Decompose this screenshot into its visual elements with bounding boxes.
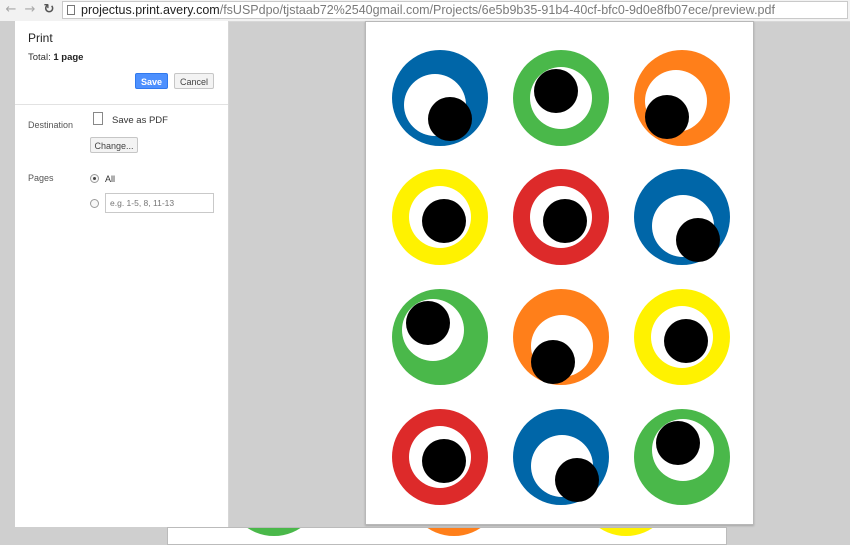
pages-range-radio[interactable] <box>90 199 99 208</box>
googly-eye-yellow-partial <box>578 528 674 536</box>
googly-eye-green <box>634 409 730 505</box>
save-button[interactable]: Save <box>135 73 168 89</box>
eye-pupil <box>645 95 689 139</box>
googly-eye-red <box>513 169 609 265</box>
url-host: projectus.print.avery.com <box>81 3 220 17</box>
url-path: /fsUSPdpo/tjstaab72%2540gmail.com/Projec… <box>219 3 775 17</box>
address-bar[interactable]: projectus.print.avery.com/fsUSPdpo/tjsta… <box>62 1 848 19</box>
divider <box>15 104 228 105</box>
googly-eye-green <box>513 50 609 146</box>
eye-pupil <box>428 97 472 141</box>
googly-eye-green-partial <box>226 528 322 536</box>
eye-pupil <box>406 301 450 345</box>
eye-pupil <box>676 218 720 262</box>
pages-range-input[interactable] <box>105 193 214 213</box>
window-left-edge <box>0 21 15 545</box>
googly-eye-blue <box>513 409 609 505</box>
print-settings-panel: Print Total: 1 page Save Cancel Destinat… <box>15 21 229 527</box>
googly-eye-yellow <box>392 169 488 265</box>
browser-toolbar: ← → ↻ projectus.print.avery.com/fsUSPdpo… <box>0 0 850 22</box>
pdf-document-icon <box>93 112 103 125</box>
eye-pupil <box>534 69 578 113</box>
pages-all-label: All <box>105 174 116 184</box>
arrow-right-icon: → <box>24 2 36 17</box>
googly-eye-orange-partial <box>406 528 502 536</box>
next-page-preview <box>167 527 727 545</box>
total-prefix: Total: <box>28 52 54 63</box>
change-destination-button[interactable]: Change... <box>90 137 138 153</box>
arrow-left-icon: ← <box>5 2 17 17</box>
cancel-button[interactable]: Cancel <box>174 73 214 89</box>
url-text[interactable]: projectus.print.avery.com/fsUSPdpo/tjsta… <box>81 2 775 18</box>
forward-button[interactable]: → <box>22 2 38 18</box>
page-icon <box>67 5 75 15</box>
pages-label: Pages <box>28 173 54 183</box>
googly-eye-red <box>392 409 488 505</box>
reload-icon: ↻ <box>43 2 55 17</box>
print-preview-page <box>365 21 754 525</box>
reload-button[interactable]: ↻ <box>41 2 57 18</box>
total-value: 1 page <box>53 52 84 63</box>
page-total: Total: 1 page <box>28 52 83 63</box>
eye-pupil <box>656 421 700 465</box>
eye-pupil <box>422 439 466 483</box>
googly-eye-blue <box>634 169 730 265</box>
destination-label: Destination <box>28 120 74 130</box>
googly-eye-blue <box>392 50 488 146</box>
destination-value: Save as PDF <box>112 115 168 126</box>
back-button[interactable]: ← <box>3 2 19 18</box>
eye-pupil <box>555 458 599 502</box>
eye-pupil <box>543 199 587 243</box>
eye-pupil <box>422 199 466 243</box>
googly-eye-yellow <box>634 289 730 385</box>
eye-pupil <box>664 319 708 363</box>
print-title: Print <box>28 31 53 45</box>
googly-eye-orange <box>634 50 730 146</box>
googly-eye-orange <box>513 289 609 385</box>
eye-pupil <box>531 340 575 384</box>
pages-all-radio[interactable] <box>90 174 99 183</box>
googly-eye-green <box>392 289 488 385</box>
